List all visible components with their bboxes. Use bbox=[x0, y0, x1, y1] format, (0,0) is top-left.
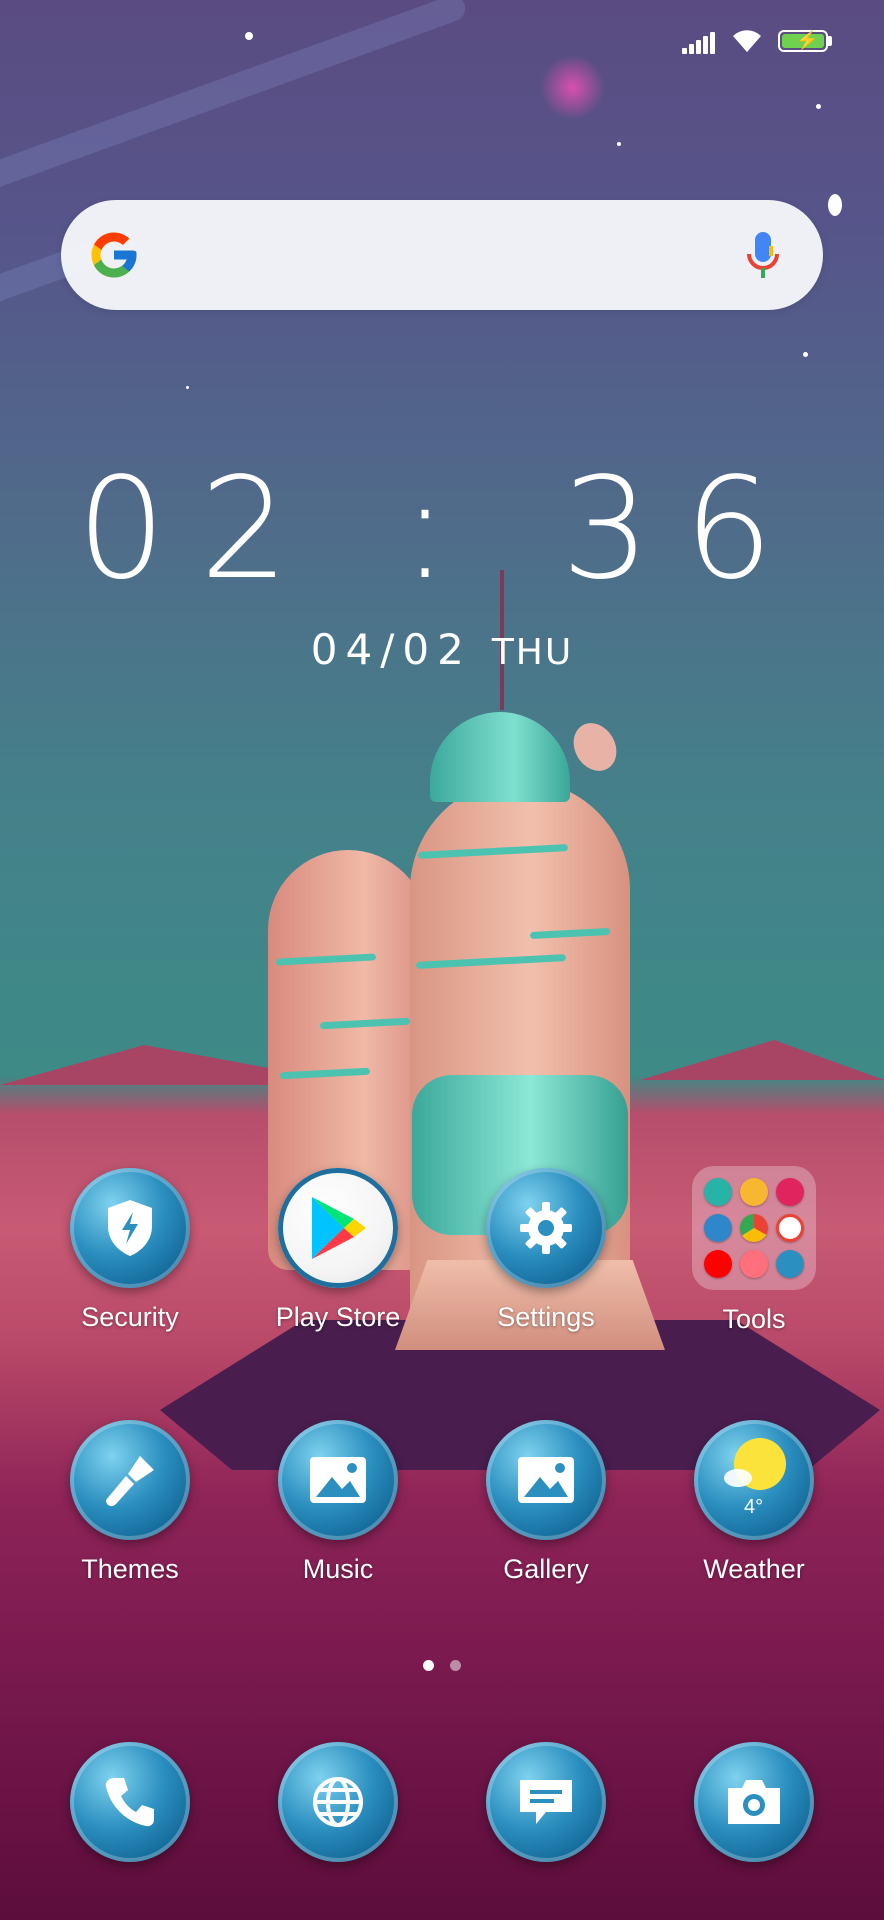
globe-icon bbox=[278, 1742, 398, 1862]
play-movies-icon bbox=[776, 1178, 804, 1206]
wifi-icon bbox=[733, 30, 761, 52]
app-label: Music bbox=[302, 1554, 374, 1584]
paintbrush-icon bbox=[70, 1420, 190, 1540]
shield-icon bbox=[70, 1168, 190, 1288]
screen-recorder-icon bbox=[704, 1178, 732, 1206]
signal-bars-icon bbox=[682, 30, 718, 54]
date-widget[interactable]: 04/02 THU bbox=[0, 625, 884, 674]
app-label: Settings bbox=[497, 1302, 595, 1332]
app-label: Weather bbox=[703, 1554, 805, 1584]
gmail-icon bbox=[776, 1214, 804, 1242]
phone-icon bbox=[70, 1742, 190, 1862]
play-games-icon bbox=[740, 1178, 768, 1206]
camera-icon bbox=[694, 1742, 814, 1862]
image-icon bbox=[278, 1420, 398, 1540]
weather-icon: 4° bbox=[694, 1420, 814, 1540]
page-dot[interactable] bbox=[450, 1660, 461, 1671]
dock-browser[interactable] bbox=[248, 1742, 428, 1862]
folder-tools[interactable]: Tools bbox=[664, 1166, 844, 1335]
rocket-dome bbox=[430, 712, 570, 802]
health-icon bbox=[740, 1250, 768, 1278]
battery-tip bbox=[828, 36, 832, 46]
day-of-week: THU bbox=[491, 632, 574, 673]
clock-widget[interactable]: 02 : 36 bbox=[0, 450, 884, 610]
app-label: Themes bbox=[81, 1554, 179, 1584]
app-label: Gallery bbox=[503, 1554, 589, 1584]
date-text: 04/02 bbox=[310, 625, 472, 674]
page-dot-active[interactable] bbox=[423, 1660, 434, 1671]
app-label: Tools bbox=[722, 1304, 786, 1334]
page-indicator bbox=[0, 1658, 884, 1676]
app-label: Play Store bbox=[275, 1302, 401, 1332]
youtube-icon bbox=[704, 1250, 732, 1278]
satellite-dish bbox=[565, 715, 625, 779]
microphone-icon[interactable] bbox=[741, 228, 785, 284]
folder-icon bbox=[692, 1166, 816, 1290]
star bbox=[816, 104, 821, 109]
app-label: Security bbox=[81, 1302, 179, 1332]
dock-camera[interactable] bbox=[664, 1742, 844, 1862]
star bbox=[186, 386, 189, 389]
app-themes[interactable]: Themes bbox=[40, 1420, 220, 1585]
star bbox=[828, 194, 842, 216]
app-play-store[interactable]: Play Store bbox=[248, 1168, 428, 1333]
status-bar: ⚡ bbox=[0, 0, 884, 80]
app-music[interactable]: Music bbox=[248, 1420, 428, 1585]
hill bbox=[640, 1040, 884, 1080]
image-icon bbox=[486, 1420, 606, 1540]
chrome-icon bbox=[740, 1214, 768, 1242]
search-input[interactable] bbox=[161, 230, 725, 282]
app-security[interactable]: Security bbox=[40, 1168, 220, 1333]
gear-icon bbox=[486, 1168, 606, 1288]
contacts-icon bbox=[704, 1214, 732, 1242]
battery-charging-icon: ⚡ bbox=[778, 30, 828, 52]
weather-temp: 4° bbox=[744, 1496, 764, 1518]
google-search-bar[interactable] bbox=[61, 200, 823, 310]
video-call-icon bbox=[776, 1250, 804, 1278]
app-weather[interactable]: 4° Weather bbox=[664, 1420, 844, 1585]
star bbox=[617, 142, 621, 146]
message-icon bbox=[486, 1742, 606, 1862]
google-g-icon bbox=[91, 232, 137, 278]
dock-phone[interactable] bbox=[40, 1742, 220, 1862]
app-settings[interactable]: Settings bbox=[456, 1168, 636, 1333]
star bbox=[803, 352, 808, 357]
play-store-icon bbox=[278, 1168, 398, 1288]
app-gallery[interactable]: Gallery bbox=[456, 1420, 636, 1585]
dock-messages[interactable] bbox=[456, 1742, 636, 1862]
